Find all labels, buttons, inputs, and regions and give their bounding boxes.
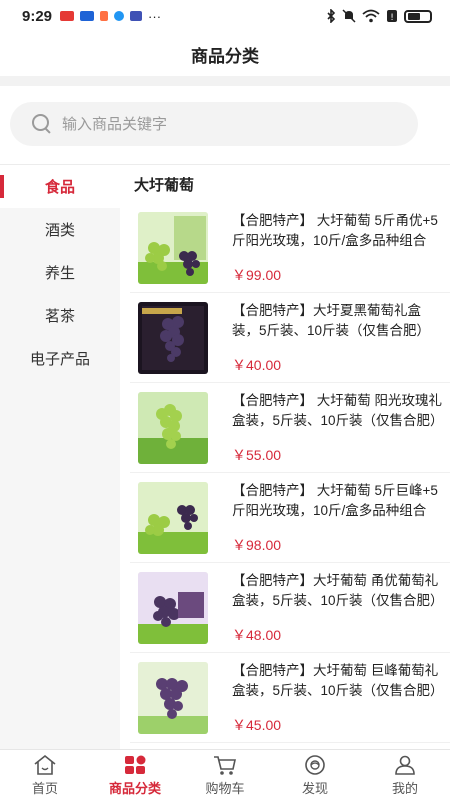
notification-icons: ··· (60, 9, 161, 24)
notification-app-icon (60, 11, 75, 21)
category-sidebar: 食品 酒类 养生 茗茶 电子产品 (0, 165, 120, 749)
search-input[interactable] (62, 115, 382, 133)
notification-app-icon (80, 11, 95, 21)
tab-discover[interactable]: 发现 (270, 750, 360, 800)
product-name: 【合肥特产】 大圩葡萄 5斤巨峰+5斤阳光玫瑰，10斤/盒多品种组合 (232, 482, 438, 518)
product-image (138, 661, 208, 734)
notification-app-icon (100, 11, 109, 21)
page-title: 商品分类 (191, 46, 259, 66)
tab-cart[interactable]: 购物车 (180, 750, 270, 800)
sidebar-item-electronics[interactable]: 电子产品 (0, 337, 120, 380)
sidebar-item-liquor[interactable]: 酒类 (0, 208, 120, 251)
product-list-panel: 大圩葡萄 【合肥特产】 大圩葡萄 5斤甬优+5斤阳光玫瑰，10斤/盒多品种组合 … (120, 165, 450, 749)
product-image (138, 301, 208, 374)
sidebar-item-health[interactable]: 养生 (0, 251, 120, 294)
product-name: 【合肥特产】大圩葡萄 巨峰葡萄礼盒装，5斤装、10斤装（仅售合肥） (232, 662, 444, 698)
wifi-icon (362, 9, 380, 23)
search-bar[interactable] (10, 102, 418, 146)
status-bar: 9:29 ··· ! (0, 0, 450, 32)
product-price: ￥40.00 (232, 356, 282, 373)
product-name: 【合肥特产】 大圩葡萄 5斤甬优+5斤阳光玫瑰，10斤/盒多品种组合 (232, 212, 438, 248)
product-price: ￥48.00 (232, 626, 282, 643)
tab-label: 发现 (301, 780, 328, 796)
tab-profile[interactable]: 我的 (360, 750, 450, 800)
product-name: 【合肥特产】大圩夏黑葡萄礼盒装，5斤装、10斤装（仅售合肥） (232, 302, 431, 338)
svg-text:!: ! (390, 13, 394, 23)
product-price: ￥99.00 (232, 266, 282, 283)
sidebar-item-label: 酒类 (44, 222, 75, 239)
notification-app-icon (130, 11, 143, 21)
sidebar-item-label: 电子产品 (29, 351, 90, 368)
product-item[interactable]: 【合肥特产】 大圩葡萄 阳光玫瑰礼盒装，5斤装、10斤装（仅售合肥） ￥55.0… (130, 383, 450, 473)
section-title: 大圩葡萄 (134, 176, 195, 194)
tab-label: 首页 (31, 780, 58, 796)
product-price: ￥55.00 (232, 446, 282, 463)
signal-icon: ! (387, 10, 397, 23)
product-item[interactable]: 【合肥特产】大圩葡萄 甬优葡萄礼盒装，5斤装、10斤装（仅售合肥） ￥48.00 (130, 563, 450, 653)
status-time: 9:29 (22, 7, 53, 25)
product-price: ￥45.00 (232, 716, 282, 733)
sidebar-item-food[interactable]: 食品 (0, 165, 120, 208)
tab-label: 我的 (391, 780, 418, 796)
discover-icon (305, 754, 325, 775)
product-image (138, 211, 208, 284)
product-image (138, 391, 208, 464)
cart-icon (214, 755, 236, 775)
product-image (138, 571, 208, 644)
sidebar-item-label: 食品 (44, 179, 75, 196)
sidebar-item-label: 养生 (44, 265, 75, 282)
category-icon (125, 755, 146, 774)
search-icon (32, 114, 52, 134)
battery-icon (404, 9, 432, 23)
notification-app-icon (114, 11, 125, 21)
more-notifications-icon: ··· (148, 8, 162, 24)
page-header: 商品分类 (0, 32, 450, 76)
bottom-tab-bar: 首页 商品分类 购物车 发现 我的 (0, 749, 450, 800)
header-divider (0, 76, 450, 86)
tab-label: 购物车 (205, 780, 245, 796)
tab-label: 商品分类 (108, 780, 161, 796)
mute-icon (342, 9, 356, 23)
product-name: 【合肥特产】 大圩葡萄 阳光玫瑰礼盒装，5斤装、10斤装（仅售合肥） (232, 392, 444, 428)
product-name: 【合肥特产】大圩葡萄 甬优葡萄礼盒装，5斤装、10斤装（仅售合肥） (232, 572, 444, 608)
product-item[interactable]: 【合肥特产】大圩葡萄 巨峰葡萄礼盒装，5斤装、10斤装（仅售合肥） ￥45.00 (130, 653, 450, 743)
home-icon (34, 754, 56, 775)
bluetooth-icon (327, 9, 336, 23)
profile-icon (395, 755, 415, 775)
tab-category[interactable]: 商品分类 (90, 750, 180, 800)
product-price: ￥98.00 (232, 536, 282, 553)
product-item[interactable]: 【合肥特产】 大圩葡萄 5斤甬优+5斤阳光玫瑰，10斤/盒多品种组合 ￥99.0… (130, 203, 450, 293)
sidebar-item-label: 茗茶 (44, 308, 75, 325)
tab-home[interactable]: 首页 (0, 750, 90, 800)
product-item[interactable]: 【合肥特产】大圩夏黑葡萄礼盒装，5斤装、10斤装（仅售合肥） ￥40.00 (130, 293, 450, 383)
product-image (138, 481, 208, 554)
sidebar-item-tea[interactable]: 茗茶 (0, 294, 120, 337)
status-right: ! (326, 9, 432, 23)
product-item[interactable]: 【合肥特产】 大圩葡萄 5斤巨峰+5斤阳光玫瑰，10斤/盒多品种组合 ￥98.0… (130, 473, 450, 563)
